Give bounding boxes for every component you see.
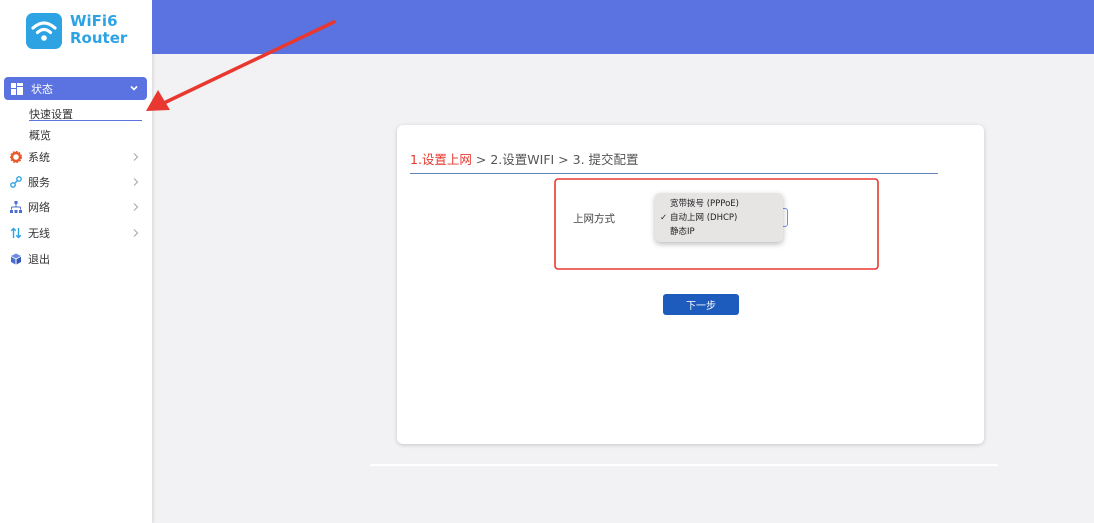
option-label: 自动上网 (DHCP) (670, 213, 738, 223)
sidebar-item-status[interactable]: 状态 (4, 77, 147, 100)
top-bar (152, 0, 1094, 54)
sidebar-subitem-overview[interactable]: 概览 (29, 127, 51, 143)
wizard-divider (410, 173, 938, 174)
setup-wizard-card: 1.设置上网 > 2.设置WIFI > 3. 提交配置 上网方式 宽带拨号 (P… (397, 125, 984, 444)
network-icon (10, 201, 22, 213)
sidebar-item-system-label: 系统 (28, 151, 50, 164)
sidebar-item-status-label: 状态 (31, 82, 53, 96)
wizard-steps: 1.设置上网 > 2.设置WIFI > 3. 提交配置 (410, 149, 639, 168)
sidebar-item-wireless[interactable]: 无线 (0, 223, 152, 243)
brand-logo: WiFi6 Router (26, 12, 136, 52)
dropdown-option-static-ip[interactable]: 静态IP (655, 225, 783, 239)
sidebar-item-network-label: 网络 (28, 201, 50, 214)
updown-arrows-icon (10, 227, 22, 239)
sidebar-item-network[interactable]: 网络 (0, 197, 152, 217)
sidebar-item-system[interactable]: 系统 (0, 147, 152, 167)
sidebar-item-wireless-label: 无线 (28, 227, 50, 240)
checkmark-icon: ✓ (660, 213, 668, 223)
connection-type-dropdown: 宽带拨号 (PPPoE) ✓ 自动上网 (DHCP) 静态IP (655, 193, 783, 242)
sidebar-item-logout[interactable]: 退出 (0, 249, 152, 269)
chevron-down-icon (129, 83, 139, 93)
sidebar-item-service-label: 服务 (28, 176, 50, 189)
wizard-step-current: 1.设置上网 (410, 152, 472, 167)
dropdown-option-pppoe[interactable]: 宽带拨号 (PPPoE) (655, 197, 783, 211)
next-step-button[interactable]: 下一步 (663, 294, 739, 315)
chevron-right-icon (132, 177, 140, 187)
dashboard-icon (11, 82, 23, 95)
option-label: 宽带拨号 (PPPoE) (670, 199, 739, 209)
sidebar: WiFi6 Router 状态 快速设置 概览 系统 服务 网络 无线 退出 (0, 0, 152, 523)
link-icon (10, 176, 22, 188)
brand-line2: Router (70, 29, 128, 47)
sidebar-item-service[interactable]: 服务 (0, 172, 152, 192)
sidebar-item-logout-label: 退出 (28, 253, 50, 266)
cube-icon (10, 253, 22, 265)
selected-underline (29, 120, 142, 121)
dropdown-option-dhcp[interactable]: ✓ 自动上网 (DHCP) (655, 211, 783, 225)
chevron-right-icon (132, 228, 140, 238)
bottom-divider (370, 464, 998, 466)
gear-icon (10, 151, 22, 163)
wizard-step-rest: > 2.设置WIFI > 3. 提交配置 (471, 152, 639, 167)
brand-line1: WiFi6 (70, 12, 118, 30)
brand-name: WiFi6 Router (70, 13, 127, 47)
connection-type-label: 上网方式 (573, 213, 615, 225)
wifi-icon (26, 13, 62, 49)
chevron-right-icon (132, 152, 140, 162)
chevron-right-icon (132, 202, 140, 212)
option-label: 静态IP (670, 227, 695, 237)
